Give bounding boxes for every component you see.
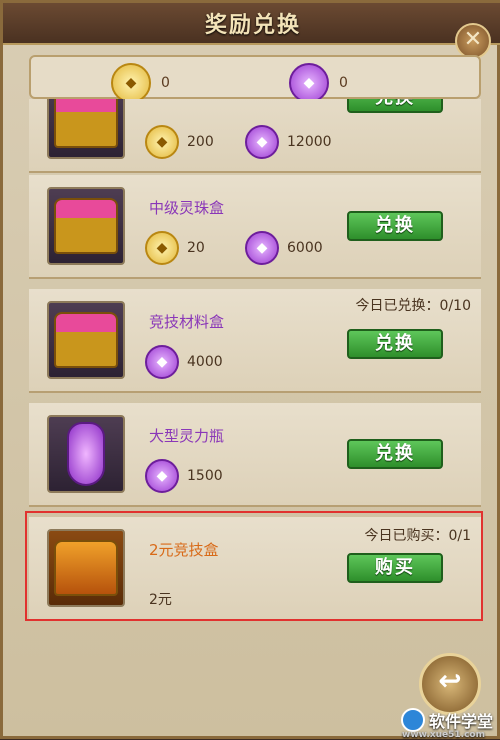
watermark-text: 软件学堂 <box>428 712 493 731</box>
list-item: 大型灵力瓶 ◆ 1500 兑换 <box>29 403 481 507</box>
gold-cost-value: 200 <box>187 134 214 150</box>
gift-chest-icon <box>47 99 125 159</box>
purple-cost-value: 12000 <box>287 134 332 150</box>
exchange-button[interactable]: 兑换 <box>347 439 443 469</box>
purple-cost: ◆ 6000 <box>245 231 323 265</box>
item-name: 中级灵珠盒 <box>149 199 225 217</box>
exchange-button[interactable]: 兑换 <box>347 99 443 113</box>
gold-gem-icon: ◆ <box>145 231 179 265</box>
gift-chest-icon <box>47 301 125 379</box>
exchange-panel: 奖励兑换 ✕ ◆ 0 ◆ 0 ◆ 200 ◆ 12000 兑换 <box>0 0 500 740</box>
currency-bar: ◆ 0 ◆ 0 <box>29 55 481 103</box>
list-item: ◆ 200 ◆ 12000 兑换 <box>29 99 481 173</box>
purple-cost-value: 6000 <box>287 240 323 256</box>
purple-cost: ◆ 4000 <box>145 345 223 379</box>
purple-cost-value: 1500 <box>187 468 223 484</box>
exchange-limit: 今日已兑换：0/10 <box>355 298 471 314</box>
potion-bottle-icon <box>47 415 125 493</box>
purple-gem-icon: ◆ <box>245 125 279 159</box>
item-name: 大型灵力瓶 <box>149 427 225 445</box>
purple-gem-icon: ◆ <box>145 345 179 379</box>
purple-cost: ◆ 1500 <box>145 459 223 493</box>
purple-currency-value: 0 <box>339 75 348 91</box>
title-bar: 奖励兑换 <box>3 3 500 45</box>
highlight-box <box>25 511 483 621</box>
gold-currency-value: 0 <box>161 75 170 91</box>
watermark: 软件学堂 www.xue51.com <box>400 708 493 740</box>
item-name: 竞技材料盒 <box>149 313 225 331</box>
exchange-button[interactable]: 兑换 <box>347 329 443 359</box>
list-item: 中级灵珠盒 ◆ 20 ◆ 6000 兑换 <box>29 175 481 279</box>
back-arrow-icon[interactable]: ↩ <box>419 653 481 715</box>
gold-cost: ◆ 200 <box>145 125 214 159</box>
purple-currency: ◆ 0 <box>289 63 348 103</box>
watermark-logo-icon <box>400 708 425 732</box>
gold-cost-value: 20 <box>187 240 205 256</box>
purple-cost-value: 4000 <box>187 354 223 370</box>
gold-gem-icon: ◆ <box>145 125 179 159</box>
list-item: 竞技材料盒 今日已兑换：0/10 ◆ 4000 兑换 <box>29 289 481 393</box>
panel-title: 奖励兑换 <box>204 13 301 38</box>
gold-gem-icon: ◆ <box>111 63 151 103</box>
gold-cost: ◆ 20 <box>145 231 205 265</box>
gift-chest-icon <box>47 187 125 265</box>
exchange-button[interactable]: 兑换 <box>347 211 443 241</box>
purple-cost: ◆ 12000 <box>245 125 332 159</box>
purple-gem-icon: ◆ <box>145 459 179 493</box>
gold-currency: ◆ 0 <box>111 63 170 103</box>
purple-gem-icon: ◆ <box>289 63 329 103</box>
purple-gem-icon: ◆ <box>245 231 279 265</box>
close-icon[interactable]: ✕ <box>455 23 491 59</box>
